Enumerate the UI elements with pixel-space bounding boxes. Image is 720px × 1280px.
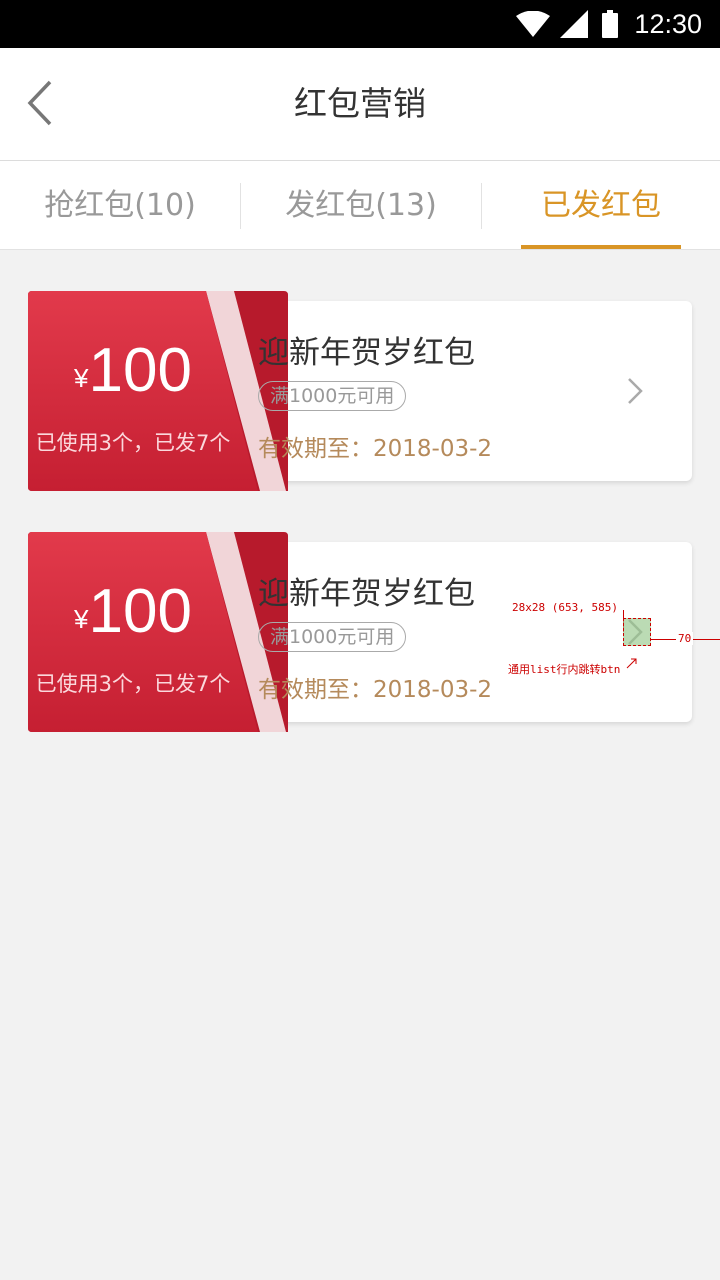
annotation-distance-label: 70 <box>676 632 694 645</box>
currency-symbol: ¥ <box>74 363 89 393</box>
wifi-icon <box>516 11 551 37</box>
red-packet-card[interactable]: ¥100 已使用3个，已发7个 迎新年贺岁红包 满1000元可用 有效期至：20… <box>28 532 692 732</box>
tab-grab-red-packet[interactable]: 抢红包(10) <box>0 161 240 249</box>
amount-value: 100 <box>88 336 192 405</box>
usage-text: 已使用3个，已发7个 <box>35 672 231 696</box>
currency-symbol: ¥ <box>74 604 89 634</box>
packet-amount: ¥100 <box>28 576 238 647</box>
usage-condition-badge: 满1000元可用 <box>258 381 407 411</box>
usage-condition-badge: 满1000元可用 <box>258 622 407 652</box>
tab-send-red-packet[interactable]: 发红包(13) <box>241 161 481 249</box>
navigation-bar: 红包营销 <box>0 48 720 161</box>
packet-amount: ¥100 <box>28 335 238 406</box>
tab-sent-red-packets[interactable]: 已发红包 <box>482 161 720 249</box>
status-time: 12:30 <box>634 8 702 39</box>
annotation-highlight-box <box>623 618 651 646</box>
status-bar: 12:30 <box>0 0 720 48</box>
signal-icon <box>560 10 589 38</box>
annotation-size-label: 28x28 (653, 585) <box>512 601 618 614</box>
chevron-right-icon[interactable] <box>625 377 647 405</box>
expiry-date: 有效期至：2018-03-2 <box>258 436 493 462</box>
amount-value: 100 <box>88 577 192 646</box>
tab-bar: 抢红包(10) 发红包(13) 已发红包 <box>0 161 720 250</box>
red-packet-card[interactable]: ¥100 已使用3个，已发7个 迎新年贺岁红包 满1000元可用 有效期至：20… <box>28 291 692 491</box>
battery-icon <box>602 10 619 38</box>
annotation-arrow-icon <box>626 658 637 669</box>
expiry-date: 有效期至：2018-03-2 <box>258 677 493 703</box>
packet-name: 迎新年贺岁红包 <box>258 576 475 612</box>
page-title: 红包营销 <box>294 84 426 123</box>
annotation-note: 通用list行内跳转btn <box>508 663 621 676</box>
packet-name: 迎新年贺岁红包 <box>258 335 475 371</box>
status-icons: 12:30 <box>516 0 702 48</box>
usage-text: 已使用3个，已发7个 <box>35 431 231 455</box>
active-tab-indicator <box>521 245 681 249</box>
